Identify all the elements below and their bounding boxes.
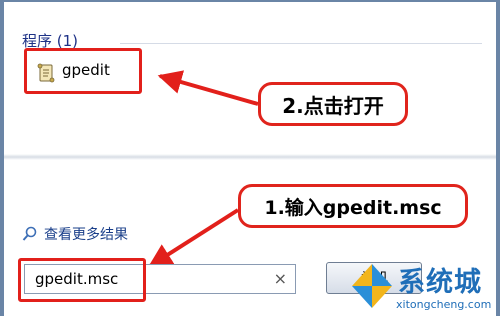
see-more-results-label: 查看更多结果 <box>44 227 128 243</box>
clear-search-icon[interactable]: × <box>274 269 287 288</box>
magnifier-icon <box>22 226 37 241</box>
step2-text: 2.点击打开 <box>282 93 384 118</box>
step2-callout: 2.点击打开 <box>258 82 408 126</box>
watermark-url: xitongcheng.com <box>396 298 492 311</box>
step1-text: 1.输入gpedit.msc <box>264 196 442 219</box>
search-highlight-box <box>18 258 146 302</box>
program-highlight-box <box>24 48 142 94</box>
watermark-title: 系统城 <box>398 267 482 298</box>
site-watermark: 系统城 xitongcheng.com <box>346 258 496 314</box>
section-divider-line <box>120 43 482 44</box>
see-more-results-link[interactable]: 查看更多结果 <box>22 224 128 244</box>
step1-callout: 1.输入gpedit.msc <box>238 184 468 228</box>
watermark-logo-icon <box>352 264 392 308</box>
